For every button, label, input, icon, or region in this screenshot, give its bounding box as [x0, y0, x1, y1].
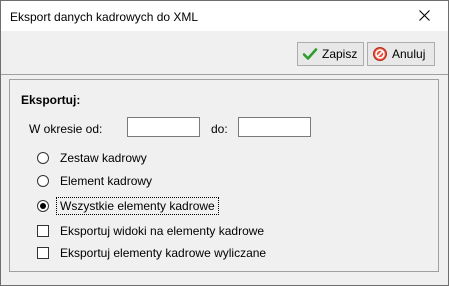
- section-label: Eksportuj:: [21, 93, 81, 107]
- radio-option-label: Element kadrowy: [60, 174, 153, 188]
- dialog-window: Eksport danych kadrowych do XML Zapisz A…: [0, 0, 449, 286]
- close-button[interactable]: [402, 1, 448, 31]
- check-icon: [302, 48, 318, 60]
- cancel-icon: [373, 47, 387, 61]
- radio-button[interactable]: [37, 175, 49, 187]
- checkbox-label: Eksportuj widoki na elementy kadrowe: [60, 224, 265, 238]
- window-title: Eksport danych kadrowych do XML: [10, 10, 199, 24]
- radio-option-label: Wszystkie elementy kadrowe: [56, 197, 219, 215]
- radio-option-label: Zestaw kadrowy: [60, 151, 147, 165]
- radio-button-selected[interactable]: [37, 200, 49, 212]
- checkbox-label: Eksportuj elementy kadrowe wyliczane: [60, 246, 267, 260]
- cancel-button-label: Anuluj: [392, 47, 426, 61]
- radio-button[interactable]: [37, 152, 49, 164]
- cancel-button[interactable]: Anuluj: [367, 42, 435, 66]
- radio-option-wszystkie-elementy[interactable]: Wszystkie elementy kadrowe: [37, 197, 219, 215]
- period-from-field[interactable]: [127, 117, 200, 137]
- period-to-field[interactable]: [238, 117, 311, 137]
- checkbox[interactable]: [37, 225, 49, 237]
- checkbox[interactable]: [37, 247, 49, 259]
- save-button[interactable]: Zapisz: [297, 42, 364, 66]
- export-options-panel: Eksportuj: W okresie od: do: Zestaw kadr…: [9, 79, 439, 272]
- save-button-label: Zapisz: [322, 47, 358, 61]
- radio-option-element-kadrowy[interactable]: Element kadrowy: [37, 174, 152, 188]
- checkbox-export-views[interactable]: Eksportuj widoki na elementy kadrowe: [37, 224, 264, 238]
- close-icon: [419, 10, 430, 21]
- toolbar-separator: [1, 74, 448, 75]
- title-bar: Eksport danych kadrowych do XML: [1, 1, 448, 31]
- period-to-label: do:: [211, 122, 228, 136]
- radio-option-zestaw-kadrowy[interactable]: Zestaw kadrowy: [37, 151, 147, 165]
- period-from-label: W okresie od:: [29, 122, 103, 136]
- checkbox-export-calculated[interactable]: Eksportuj elementy kadrowe wyliczane: [37, 246, 266, 260]
